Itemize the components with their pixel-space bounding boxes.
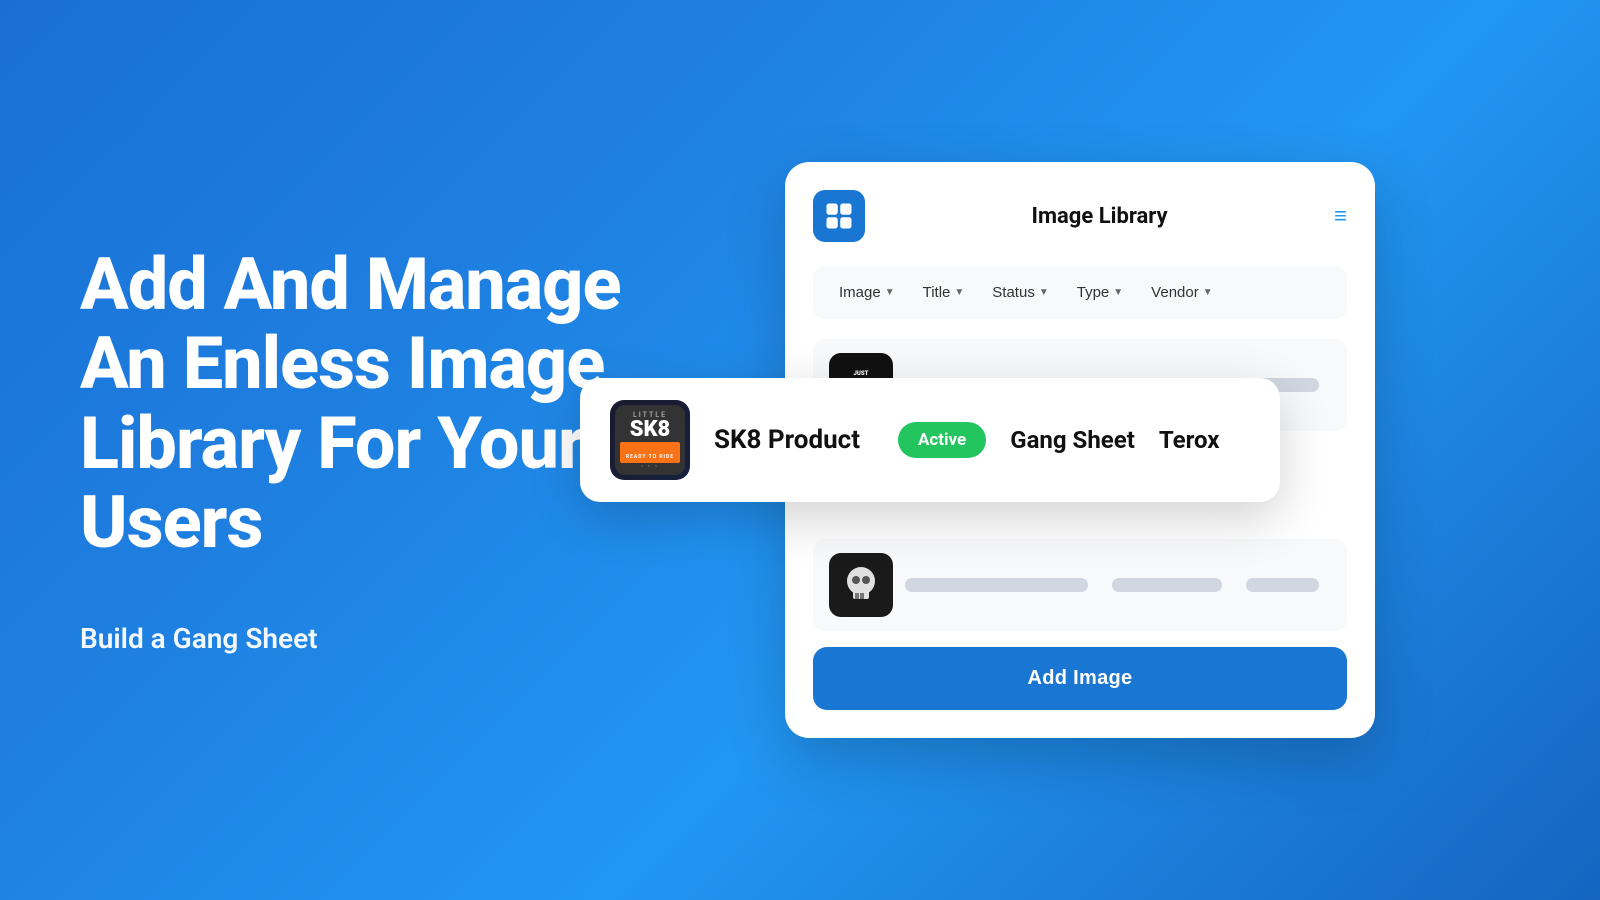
sk8-product-thumbnail: LITTLE SK8 READY TO RIDE • • • <box>610 400 690 480</box>
chevron-down-icon: ▼ <box>1113 287 1123 298</box>
status-filter-button[interactable]: Status ▼ <box>982 280 1058 305</box>
skeleton-type <box>1246 578 1319 592</box>
logo-icon <box>824 201 854 231</box>
card-title: Image Library <box>1032 204 1168 229</box>
skull-thumbnail <box>829 553 893 617</box>
left-section: Add And Manage An Enless Image Library F… <box>80 245 640 655</box>
main-heading: Add And Manage An Enless Image Library F… <box>80 245 640 562</box>
vendor-filter-button[interactable]: Vendor ▼ <box>1141 280 1222 305</box>
filter-bar: Image ▼ Title ▼ Status ▼ Type ▼ Vendor ▼ <box>813 266 1347 319</box>
skeleton-status <box>1112 578 1222 592</box>
type-label: Gang Sheet <box>1010 426 1135 454</box>
add-image-button[interactable]: Add Image <box>813 647 1347 710</box>
status-badge: Active <box>898 422 986 458</box>
skeleton-title <box>905 578 1088 592</box>
title-filter-button[interactable]: Title ▼ <box>913 280 975 305</box>
card-header: Image Library ≡ <box>813 190 1347 242</box>
right-section: LITTLE SK8 READY TO RIDE • • • SK8 Produ… <box>640 162 1520 738</box>
chevron-down-icon: ▼ <box>1039 287 1049 298</box>
chevron-down-icon: ▼ <box>1203 287 1213 298</box>
image-filter-button[interactable]: Image ▼ <box>829 280 905 305</box>
menu-icon[interactable]: ≡ <box>1334 203 1347 229</box>
table-row[interactable] <box>813 539 1347 631</box>
highlighted-product-card[interactable]: LITTLE SK8 READY TO RIDE • • • SK8 Produ… <box>580 378 1280 502</box>
sub-heading: Build a Gang Sheet <box>80 622 640 655</box>
chevron-down-icon: ▼ <box>885 287 895 298</box>
skull-icon <box>837 561 885 609</box>
product-title: SK8 Product <box>714 425 874 455</box>
chevron-down-icon: ▼ <box>954 287 964 298</box>
app-logo <box>813 190 865 242</box>
vendor-label: Terox <box>1159 426 1220 454</box>
type-filter-button[interactable]: Type ▼ <box>1067 280 1133 305</box>
